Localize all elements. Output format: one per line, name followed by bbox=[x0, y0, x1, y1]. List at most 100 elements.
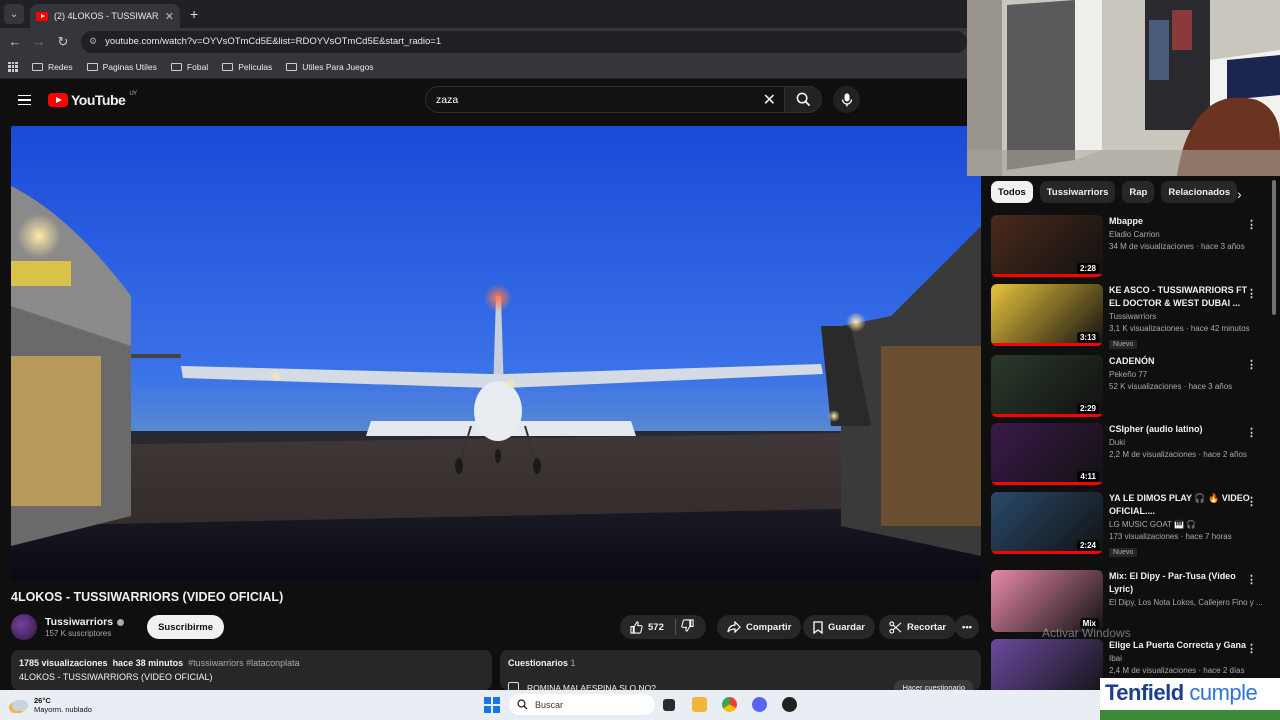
more-vertical-icon[interactable]: ⋮ bbox=[1246, 218, 1257, 231]
clip-button[interactable]: Recortar bbox=[879, 615, 957, 639]
search-query-text: zaza bbox=[436, 93, 459, 106]
search-icon bbox=[517, 699, 528, 710]
search-input[interactable]: zaza ✕ bbox=[425, 86, 785, 113]
channel-row: Tussiwarriors 157 K suscriptores Suscrib… bbox=[11, 614, 225, 640]
menu-icon[interactable] bbox=[18, 94, 31, 106]
chrome-icon[interactable] bbox=[722, 697, 737, 712]
more-horizontal-icon: ••• bbox=[962, 621, 972, 633]
like-count: 572 bbox=[648, 621, 664, 633]
recommendation-channel[interactable]: LG MUSIC GOAT 🎹 🎧 bbox=[1109, 520, 1196, 529]
more-vertical-icon[interactable]: ⋮ bbox=[1246, 287, 1257, 300]
obs-icon[interactable] bbox=[782, 697, 797, 712]
weather-widget[interactable]: 26°C Mayorm. nublado bbox=[12, 696, 92, 714]
recommendation-item[interactable]: 4:11 CSIpher (audio latino) Duki 2,2 M de v… bbox=[991, 423, 1271, 485]
chip-rap[interactable]: Rap bbox=[1122, 181, 1155, 203]
more-vertical-icon[interactable]: ⋮ bbox=[1246, 426, 1257, 439]
reload-icon[interactable]: ↻ bbox=[51, 34, 75, 50]
bookmark-peliculas[interactable]: Peliculas bbox=[222, 62, 272, 72]
bookmark-fobal[interactable]: Fobal bbox=[170, 62, 208, 72]
bookmark-paginas-utiles[interactable]: Paginas Utiles bbox=[86, 62, 157, 72]
clear-search-icon[interactable]: ✕ bbox=[763, 90, 776, 110]
duration-badge: 2:28 bbox=[1076, 263, 1099, 274]
more-vertical-icon[interactable]: ⋮ bbox=[1246, 358, 1257, 371]
folder-icon bbox=[170, 62, 182, 71]
channel-name[interactable]: Tussiwarriors bbox=[45, 616, 113, 628]
tab-list-button[interactable]: ⌄ bbox=[4, 4, 24, 24]
apps-grid-icon[interactable] bbox=[8, 61, 18, 72]
forward-icon[interactable]: → bbox=[27, 34, 51, 49]
browser-tab-active[interactable]: (2) 4LOKOS - TUSSIWARRIORS ✕ bbox=[30, 4, 180, 28]
file-explorer-icon[interactable] bbox=[692, 697, 707, 712]
task-view-icon[interactable] bbox=[663, 699, 675, 711]
share-button[interactable]: Compartir bbox=[717, 615, 802, 639]
video-frame-airplane-hangar bbox=[11, 126, 981, 580]
recommendation-channel[interactable]: Tussiwarriors bbox=[1109, 312, 1156, 321]
duration-badge: 3:13 bbox=[1076, 332, 1099, 343]
recommendation-channel[interactable]: Duki bbox=[1109, 438, 1125, 447]
folder-icon bbox=[86, 62, 98, 71]
hashtags[interactable]: #tussiwarriors #lataconplata bbox=[188, 658, 300, 668]
video-thumbnail[interactable]: 4:11 bbox=[991, 423, 1103, 485]
recommendation-channel[interactable]: Ibai bbox=[1109, 654, 1122, 663]
search-button[interactable] bbox=[784, 86, 822, 113]
description-box[interactable]: 1785 visualizaciones hace 38 minutos #tu… bbox=[11, 650, 492, 690]
more-vertical-icon[interactable]: ⋮ bbox=[1246, 573, 1257, 586]
tab-title: (2) 4LOKOS - TUSSIWARRIORS bbox=[54, 11, 159, 21]
webcam-overlay bbox=[967, 0, 1280, 176]
chip-relacionados[interactable]: Relacionados bbox=[1161, 181, 1238, 203]
discord-icon[interactable] bbox=[752, 697, 767, 712]
video-thumbnail[interactable]: 2:29 bbox=[991, 355, 1103, 417]
recommendation-item[interactable]: 2:28 Mbappe Eladio Carrion 34 M de visualiz… bbox=[991, 215, 1271, 277]
channel-avatar[interactable] bbox=[11, 614, 37, 640]
upload-time: hace 38 minutos bbox=[112, 658, 184, 668]
recommendation-meta: 2,2 M de visualizaciones · hace 2 años bbox=[1109, 450, 1247, 459]
youtube-logo[interactable]: YouTube UY bbox=[48, 91, 137, 108]
recommendation-channel[interactable]: Eladio Carrion bbox=[1109, 230, 1160, 239]
thumbs-up-icon bbox=[630, 620, 643, 634]
video-thumbnail[interactable]: 3:13 bbox=[991, 284, 1103, 346]
like-button[interactable]: 572 bbox=[630, 620, 664, 634]
recommendation-channel[interactable]: Pekeño 77 bbox=[1109, 370, 1147, 379]
watched-progress-bar bbox=[991, 551, 1103, 554]
like-dislike-group: 572 bbox=[620, 615, 706, 639]
video-player[interactable] bbox=[11, 126, 981, 580]
taskbar-search[interactable]: Buscar bbox=[509, 694, 655, 715]
back-icon[interactable]: ← bbox=[3, 34, 27, 49]
bookmark-redes[interactable]: Redes bbox=[32, 62, 73, 72]
recommendation-item[interactable]: 2:29 CADENÓN Pekeño 77 52 K visualizaciones… bbox=[991, 355, 1271, 417]
chevron-right-icon[interactable]: › bbox=[1237, 186, 1242, 202]
share-icon bbox=[727, 621, 741, 633]
quiz-panel: Cuestionarios 1 ROMINA MALAESPINA SLO NO… bbox=[500, 650, 981, 695]
sponsor-word: cumple bbox=[1189, 680, 1258, 705]
dislike-button[interactable] bbox=[681, 619, 694, 635]
more-vertical-icon[interactable]: ⋮ bbox=[1246, 495, 1257, 508]
more-vertical-icon[interactable]: ⋮ bbox=[1246, 642, 1257, 655]
quiz-count: 1 bbox=[570, 658, 576, 668]
url-field[interactable]: ⚙ youtube.com/watch?v=OYVsOTmCd5E&list=R… bbox=[81, 30, 967, 53]
sponsor-overlay: Tenfield cumple bbox=[1100, 678, 1280, 720]
recommendation-item[interactable]: Mix Mix: El Dipy - Par-Tusa (Video Lyric)… bbox=[991, 570, 1271, 632]
windows-start-icon[interactable] bbox=[484, 697, 500, 713]
folder-icon bbox=[222, 62, 234, 71]
video-thumbnail[interactable]: 2:28 bbox=[991, 215, 1103, 277]
sidebar-scrollbar[interactable] bbox=[1272, 180, 1276, 315]
close-tab-icon[interactable]: ✕ bbox=[165, 10, 174, 23]
voice-search-button[interactable] bbox=[833, 86, 860, 113]
recommendation-channel[interactable]: El Dipy, Los Nota Lokos, Callejero Fino … bbox=[1109, 598, 1263, 607]
save-button[interactable]: Guardar bbox=[803, 615, 875, 639]
folder-icon bbox=[32, 62, 43, 71]
more-actions-button[interactable]: ••• bbox=[955, 615, 979, 639]
watched-progress-bar bbox=[991, 343, 1103, 346]
site-info-icon[interactable]: ⚙ bbox=[89, 36, 97, 47]
video-thumbnail[interactable]: 2:24 bbox=[991, 492, 1103, 554]
video-thumbnail[interactable]: Mix bbox=[991, 570, 1103, 632]
watched-progress-bar bbox=[991, 274, 1103, 277]
recommendation-item[interactable]: 3:13 KE ASCO - TUSSIWARRIORS FT EL DOCTOR… bbox=[991, 284, 1271, 349]
chip-todos[interactable]: Todos bbox=[991, 181, 1033, 203]
subscribe-button[interactable]: Suscribirme bbox=[147, 615, 225, 639]
chip-tussiwarriors[interactable]: Tussiwarriors bbox=[1039, 181, 1116, 203]
recommendation-item[interactable]: 2:24 YA LE DIMOS PLAY 🎧 🔥 VIDEO OFICIAL..… bbox=[991, 492, 1271, 557]
bookmark-utiles-para-juegos[interactable]: Utiles Para Juegos bbox=[286, 62, 374, 72]
new-tab-icon[interactable]: + bbox=[190, 6, 198, 22]
activate-windows-watermark: Activar Windows bbox=[1042, 626, 1131, 640]
